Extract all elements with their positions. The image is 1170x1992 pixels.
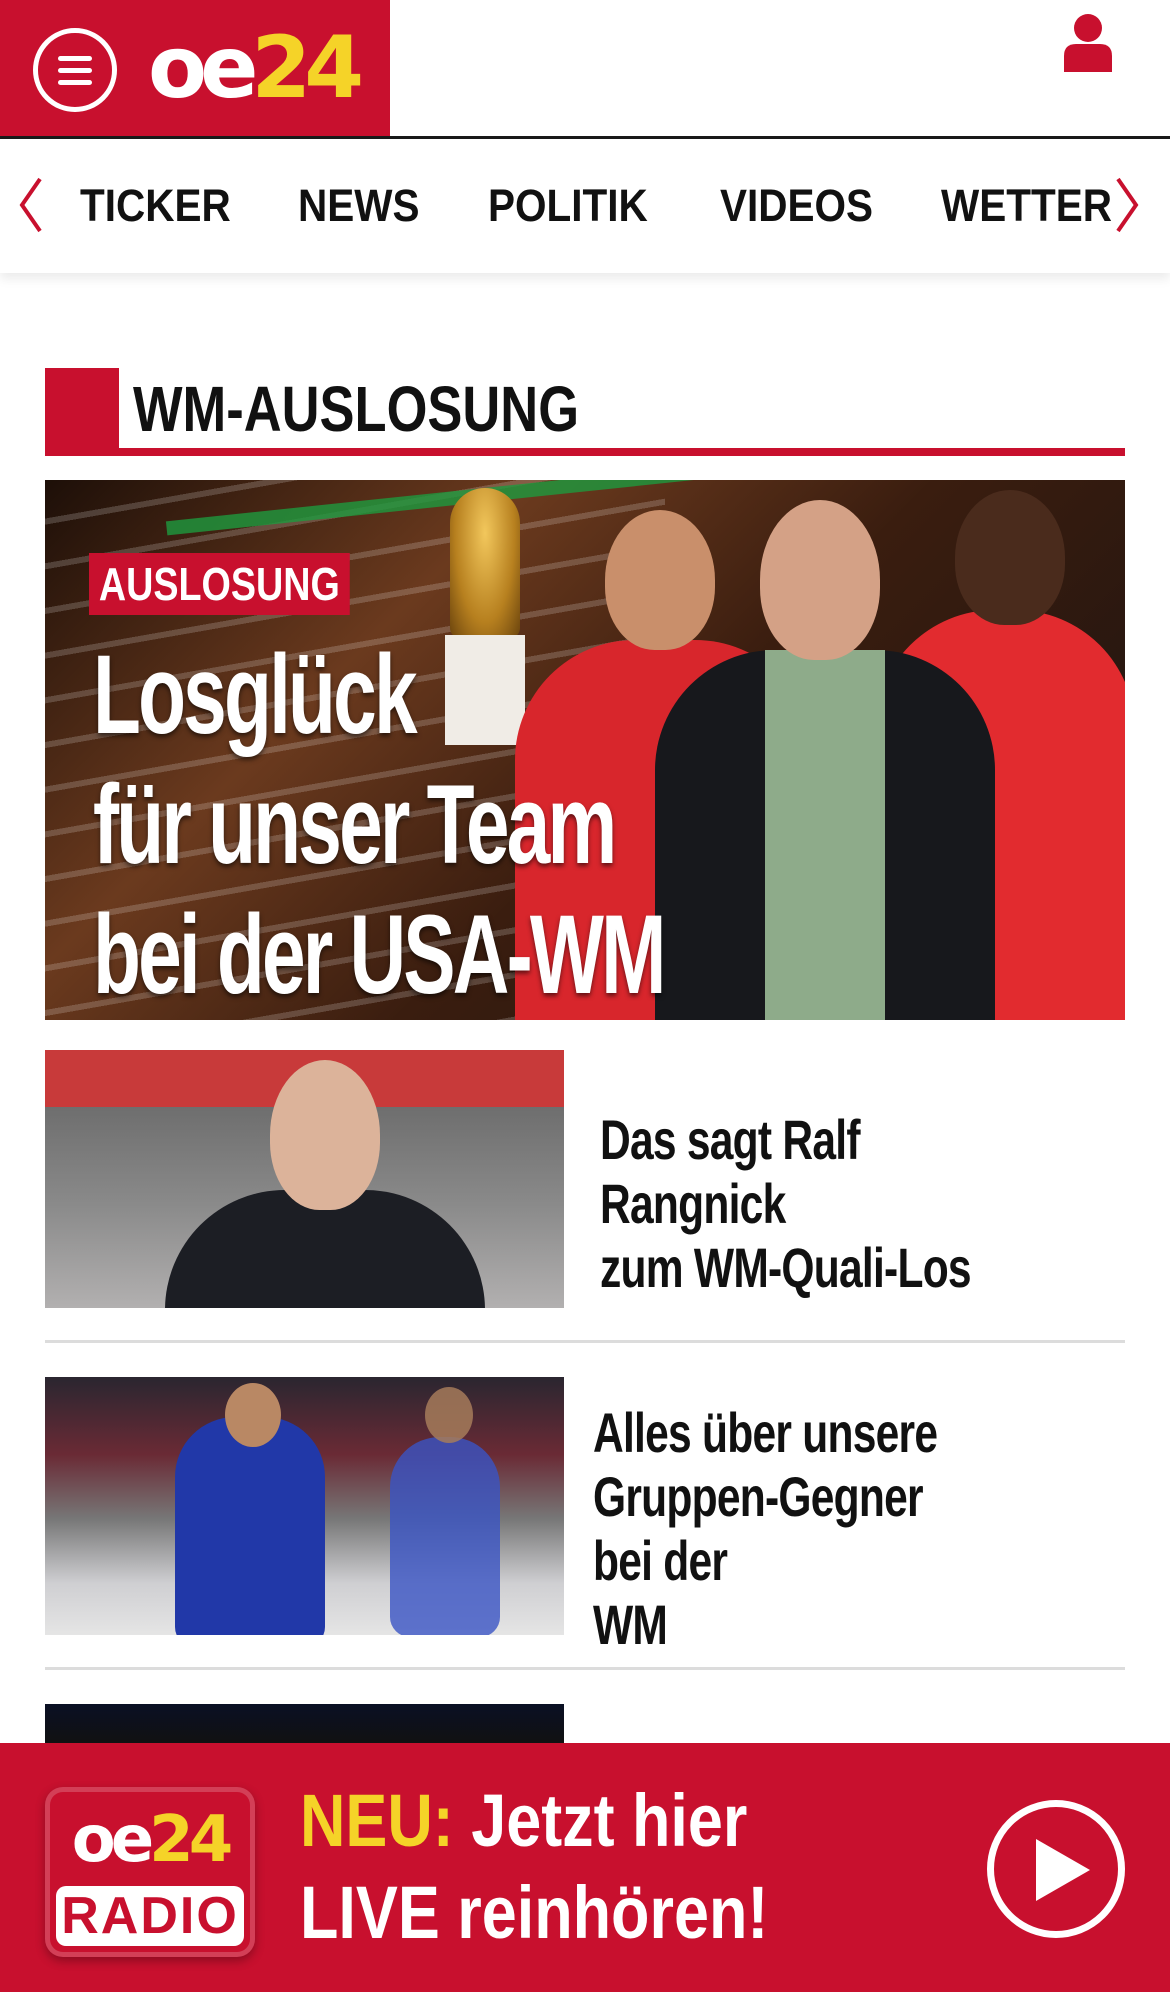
nav-item-videos[interactable]: VIDEOS xyxy=(720,181,873,231)
menu-icon[interactable] xyxy=(33,28,117,112)
logo-oe: oe xyxy=(148,18,258,118)
radio-logo-word: RADIO xyxy=(56,1886,244,1946)
hero-headline[interactable]: Losglück für unser Team bei der USA-WM xyxy=(93,630,723,1020)
section-underline xyxy=(45,448,1125,456)
section-title[interactable]: WM-AUSLOSUNG xyxy=(133,374,579,444)
chevron-right-icon[interactable] xyxy=(1112,175,1142,235)
article-thumbnail[interactable] xyxy=(45,1704,564,1744)
category-nav: TICKER NEWS POLITIK VIDEOS WETTER xyxy=(0,139,1170,273)
divider xyxy=(45,1667,1125,1670)
radio-logo: oe24 RADIO xyxy=(45,1787,255,1957)
site-logo[interactable]: oe24 xyxy=(148,18,364,118)
hero-badge: AUSLOSUNG xyxy=(89,553,350,615)
radio-logo-oe: oe xyxy=(71,1803,154,1877)
radio-banner[interactable]: oe24 RADIO NEU: Jetzt hier LIVE reinhöre… xyxy=(0,1743,1170,1992)
hero-teaser[interactable]: AUSLOSUNG Losglück für unser Team bei de… xyxy=(45,480,1125,1020)
radio-subline: LIVE reinhören! xyxy=(300,1871,769,1954)
article-thumbnail[interactable] xyxy=(45,1377,564,1635)
article-teaser[interactable] xyxy=(45,1704,1125,1744)
article-teaser[interactable]: Alles über unsere Gruppen-Gegner bei der… xyxy=(45,1377,1125,1656)
nav-item-politik[interactable]: POLITIK xyxy=(488,181,648,231)
divider xyxy=(45,1340,1125,1343)
radio-new-label: NEU: xyxy=(300,1779,454,1862)
play-button[interactable] xyxy=(987,1800,1125,1938)
article-headline[interactable]: Das sagt Ralf Rangnick zum WM-Quali-Los xyxy=(600,1108,999,1300)
article-headline[interactable]: Alles über unsere Gruppen-Gegner bei der… xyxy=(593,1401,992,1657)
trophy-image xyxy=(450,488,520,638)
logo-24: 24 xyxy=(251,18,364,118)
play-icon xyxy=(1036,1839,1090,1901)
nav-item-wetter[interactable]: WETTER xyxy=(941,181,1112,231)
site-header: oe24 xyxy=(0,0,1170,139)
section-marker xyxy=(45,368,119,450)
nav-item-ticker[interactable]: TICKER xyxy=(80,181,231,231)
user-icon[interactable] xyxy=(1062,12,1114,72)
brand-box: oe24 xyxy=(0,0,390,136)
chevron-left-icon[interactable] xyxy=(16,175,46,235)
radio-logo-24: 24 xyxy=(149,1803,233,1877)
section-header: WM-AUSLOSUNG xyxy=(45,368,1125,456)
article-teaser[interactable]: Das sagt Ralf Rangnick zum WM-Quali-Los xyxy=(45,1050,1125,1308)
article-thumbnail[interactable] xyxy=(45,1050,564,1308)
nav-item-news[interactable]: NEWS xyxy=(298,181,420,231)
radio-headline: NEU: Jetzt hier xyxy=(300,1779,747,1863)
radio-headline-text: Jetzt hier xyxy=(453,1779,748,1862)
